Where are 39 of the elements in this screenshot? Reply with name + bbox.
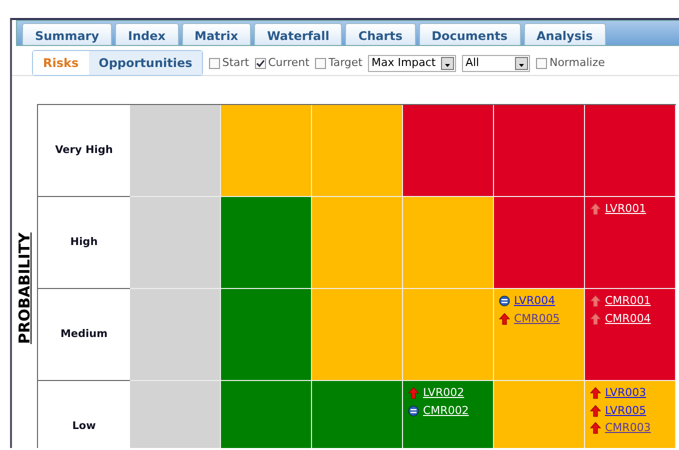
arrow-up-icon: [590, 312, 601, 325]
arrow-up-icon: [590, 422, 601, 434]
arrow-up-icon: [590, 203, 601, 216]
dropdown[interactable]: Max Impact: [368, 54, 456, 72]
risk-link[interactable]: LVR001: [605, 201, 646, 218]
checkbox-label: Start: [222, 54, 250, 71]
dropdown[interactable]: All: [462, 54, 530, 72]
equal-icon: [408, 404, 419, 417]
axis-label: PROBABILITY: [14, 232, 34, 344]
checkbox[interactable]: [209, 58, 220, 68]
checkbox-label: Normalize: [549, 54, 605, 71]
risk-link[interactable]: CMR005: [514, 310, 560, 327]
checkbox-label: Current: [268, 54, 310, 71]
risk-link[interactable]: LVR005: [605, 402, 646, 419]
arrow-up-icon: [590, 295, 601, 308]
checkbox[interactable]: [315, 58, 326, 68]
risk-link[interactable]: LVR003: [605, 385, 646, 402]
risk-link[interactable]: CMR001: [605, 293, 651, 310]
arrow-up-icon: [590, 387, 601, 400]
checkbox[interactable]: [536, 58, 548, 68]
tab[interactable]: Charts: [345, 23, 416, 45]
risk-link[interactable]: CMR003: [605, 420, 651, 436]
arrow-up-icon: [408, 387, 419, 400]
tab[interactable]: Matrix: [182, 23, 252, 45]
risk-link[interactable]: LVR002: [423, 385, 464, 402]
arrow-up-icon: [499, 312, 510, 325]
tab[interactable]: Documents: [418, 23, 520, 45]
toggle-button[interactable]: Opportunities: [88, 51, 202, 75]
checkbox[interactable]: [255, 58, 266, 68]
arrow-up-icon: [590, 404, 601, 417]
tab[interactable]: Waterfall: [254, 23, 342, 45]
tab[interactable]: Analysis: [524, 23, 606, 45]
checkbox-label: Target: [328, 54, 362, 71]
tab[interactable]: Summary: [22, 23, 112, 45]
equal-icon: [499, 295, 510, 308]
risk-link[interactable]: CMR002: [423, 402, 469, 419]
tab[interactable]: Index: [115, 23, 179, 45]
risk-link[interactable]: LVR004: [514, 293, 556, 310]
risk-link[interactable]: CMR004: [605, 310, 651, 327]
